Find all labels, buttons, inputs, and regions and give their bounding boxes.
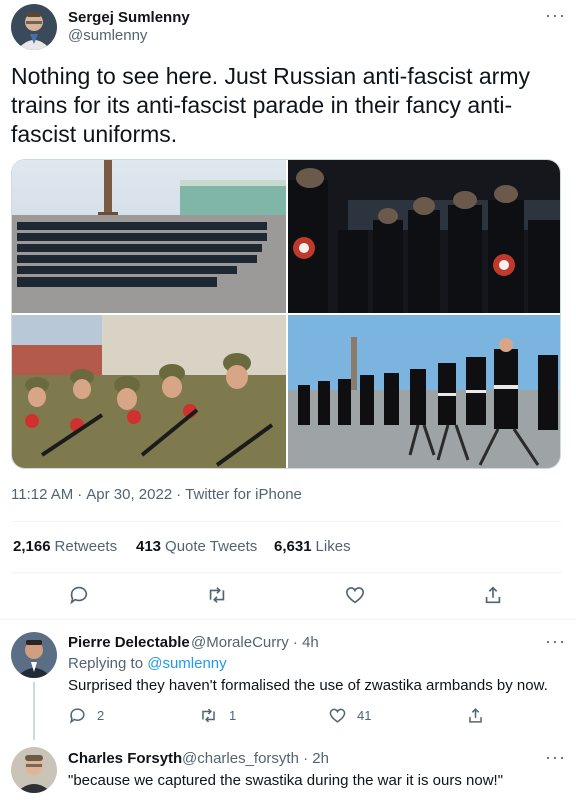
retweets-label: Retweets — [54, 538, 118, 555]
retweets-count: 2,166 — [13, 538, 51, 555]
like-count: 41 — [357, 708, 372, 723]
more-options-icon[interactable]: ··· — [545, 632, 566, 650]
retweet-button[interactable] — [202, 580, 232, 610]
author-name[interactable]: Sergej Sumlenny — [68, 9, 190, 26]
reply-handle-text: @MoraleCurry — [191, 634, 289, 651]
divider — [0, 619, 576, 620]
divider — [11, 572, 561, 573]
replying-label: Replying to — [68, 655, 144, 672]
media-grid — [11, 159, 561, 469]
heart-icon — [345, 587, 365, 604]
tweet-meta: 11:12 AM · Apr 30, 2022 · Twitter for iPhone — [11, 486, 306, 503]
photo-cadets-marching[interactable] — [288, 315, 560, 468]
retweet-icon — [209, 587, 225, 603]
more-options-icon[interactable]: ··· — [545, 748, 566, 766]
tweet-time[interactable]: 11:12 AM — [11, 486, 73, 503]
replying-to-link[interactable]: @sumlenny — [147, 655, 226, 672]
meta-separator: · — [176, 486, 182, 503]
reply-author-name[interactable]: Charles Forsyth — [68, 750, 182, 767]
share-icon — [485, 586, 501, 604]
reply-author-handle[interactable]: @charles_forsyth · 2h — [182, 750, 329, 767]
more-options-icon[interactable]: ··· — [545, 6, 566, 24]
tweet-client[interactable]: Twitter for iPhone — [185, 486, 302, 503]
photo-parade-square[interactable] — [12, 160, 286, 313]
author-avatar[interactable] — [11, 4, 57, 50]
photo-soldiers-armbands[interactable] — [12, 315, 286, 468]
thread-line — [33, 682, 35, 740]
retweet-count: 1 — [229, 708, 237, 723]
reply-handle-text: @charles_forsyth — [182, 750, 299, 767]
reply-avatar[interactable] — [11, 632, 57, 678]
retweet-icon — [202, 708, 215, 723]
retweets-stat[interactable]: 2,166 Retweets — [13, 538, 117, 555]
reply-text: "because we captured the swastika during… — [68, 772, 504, 789]
reply-author-handle[interactable]: @MoraleCurry · 4h — [191, 634, 319, 651]
photo-soldiers-night[interactable] — [288, 160, 560, 313]
share-button[interactable] — [478, 580, 508, 610]
tweet-text: Nothing to see here. Just Russian anti-f… — [11, 63, 531, 147]
replying-to: Replying to @sumlenny — [68, 655, 227, 672]
quotes-label: Quote Tweets — [165, 538, 258, 555]
reply-text: Surprised they haven't formalised the us… — [68, 677, 548, 694]
reply-button[interactable] — [64, 580, 94, 610]
reply-author-name[interactable]: Pierre Delectable — [68, 634, 190, 651]
tweet-date[interactable]: Apr 30, 2022 — [86, 486, 172, 503]
reply-like-button[interactable]: 41 — [328, 706, 371, 725]
reply-age: · 2h — [303, 750, 329, 767]
author-handle[interactable]: @sumlenny — [68, 27, 147, 44]
reply-reply-button[interactable]: 2 — [68, 706, 104, 725]
reply-retweet-button[interactable]: 1 — [198, 706, 236, 725]
reply-count: 2 — [97, 708, 105, 723]
likes-count: 6,631 — [274, 538, 312, 555]
heart-icon — [329, 708, 346, 723]
share-icon — [469, 708, 482, 723]
like-button[interactable] — [340, 580, 370, 610]
quotes-count: 413 — [136, 538, 162, 555]
reply-avatar[interactable] — [11, 747, 57, 793]
reply-icon — [70, 586, 88, 605]
quotes-stat[interactable]: 413 Quote Tweets — [136, 538, 257, 555]
likes-label: Likes — [315, 538, 351, 555]
reply-age: · 4h — [292, 634, 319, 651]
meta-separator: · — [77, 486, 83, 503]
reply-share-button[interactable] — [466, 706, 495, 725]
divider — [11, 521, 561, 522]
likes-stat[interactable]: 6,631 Likes — [274, 538, 351, 555]
reply-icon — [69, 708, 85, 724]
